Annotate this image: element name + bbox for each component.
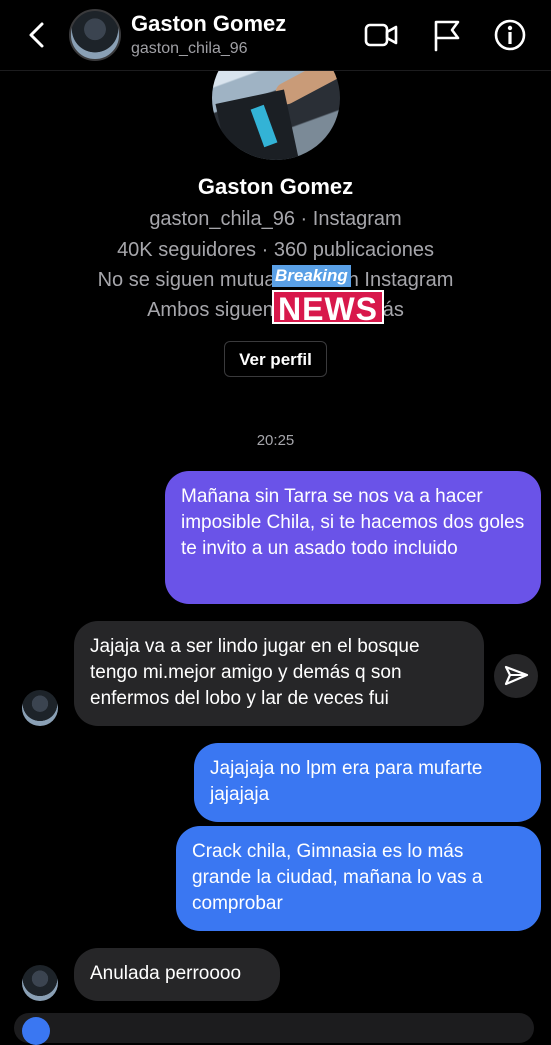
chat-header: Gaston Gomez gaston_chila_96 bbox=[0, 0, 551, 71]
chat-timestamp: 20:25 bbox=[256, 432, 295, 449]
send-arrow-icon bbox=[504, 665, 529, 686]
share-message-button[interactable] bbox=[494, 654, 538, 698]
profile-stats-line: 40K seguidores · 360 publicaciones bbox=[117, 239, 434, 261]
header-username[interactable]: gaston_chila_96 bbox=[131, 40, 248, 58]
view-profile-button[interactable]: Ver perfil bbox=[224, 341, 327, 377]
back-chevron-icon[interactable] bbox=[22, 18, 52, 52]
camera-button[interactable] bbox=[22, 1017, 50, 1045]
info-icon[interactable] bbox=[492, 17, 528, 53]
message-bubble-outgoing[interactable]: Mañana sin Tarra se nos va a hacer impos… bbox=[165, 471, 541, 604]
breaking-news-sticker: Breaking NEWS bbox=[268, 263, 390, 327]
message-bubble-outgoing[interactable]: Jajajaja no lpm era para mufarte jajajaj… bbox=[194, 743, 541, 822]
message-bubble-incoming[interactable]: Jajaja va a ser lindo jugar en el bosque… bbox=[74, 621, 484, 726]
header-avatar[interactable] bbox=[69, 9, 121, 61]
message-bubble-incoming[interactable]: Anulada perroooo bbox=[74, 948, 280, 1001]
sender-avatar[interactable] bbox=[22, 965, 58, 1001]
profile-account-line: gaston_chila_96 · Instagram bbox=[149, 208, 402, 230]
header-name[interactable]: Gaston Gomez bbox=[131, 11, 286, 37]
breaking-label: Breaking bbox=[272, 265, 351, 287]
message-bubble-outgoing[interactable]: Crack chila, Gimnasia es lo más grande l… bbox=[176, 826, 541, 931]
news-label: NEWS bbox=[272, 290, 384, 326]
sender-avatar[interactable] bbox=[22, 690, 58, 726]
message-composer[interactable] bbox=[14, 1013, 534, 1045]
video-call-icon[interactable] bbox=[363, 17, 399, 53]
profile-name: Gaston Gomez bbox=[197, 174, 354, 199]
flag-icon[interactable] bbox=[429, 17, 465, 53]
